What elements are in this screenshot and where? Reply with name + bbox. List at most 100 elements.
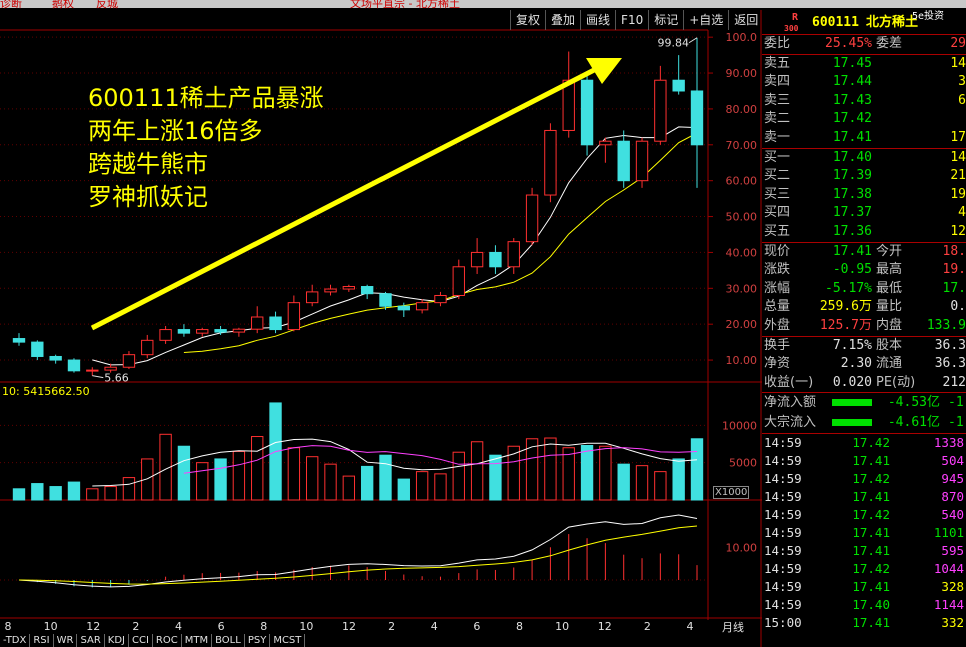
volume-bar: [379, 454, 392, 501]
book-price: 17.43: [832, 92, 872, 108]
stat-value: 36.3: [934, 356, 966, 372]
candle-body: [104, 366, 117, 371]
draw-line-button[interactable]: 画线: [580, 10, 615, 30]
flow-extra: -1(: [948, 415, 966, 431]
quote-row: 涨幅 -5.17% 最低 17.: [762, 280, 966, 299]
price-tick-label: 70.00: [726, 139, 758, 152]
ask-row[interactable]: 卖一 17.41 17: [762, 129, 966, 148]
volume-bar: [415, 471, 429, 501]
quote-value: 133.9: [926, 317, 966, 333]
volume-multiplier: X1000: [713, 486, 750, 499]
flow-value: -4.53亿: [887, 395, 940, 411]
tab-roc[interactable]: ROC: [153, 634, 182, 647]
volume-bar: [580, 444, 594, 501]
mark-button[interactable]: 标记: [648, 10, 683, 30]
menu-item[interactable]: 鹅权: [52, 0, 74, 11]
tab-sar[interactable]: SAR: [77, 634, 105, 647]
quote-value: 0.: [950, 299, 966, 315]
tab-tdx[interactable]: -TDX: [0, 634, 31, 647]
menu-item[interactable]: 诊断: [0, 0, 22, 11]
overlay-button[interactable]: 叠加: [545, 10, 580, 30]
tick-price: 17.40: [852, 597, 890, 613]
fuquan-button[interactable]: 复权: [510, 10, 545, 30]
bid-row[interactable]: 买二 17.39 21: [762, 167, 966, 186]
volume-bar: [67, 481, 81, 501]
period-label[interactable]: 月线: [722, 619, 744, 635]
volume-tick-label: 5000: [729, 457, 757, 470]
candle-body: [507, 241, 520, 268]
add-watchlist-button[interactable]: +自选: [683, 10, 728, 30]
volume-bar: [86, 488, 99, 501]
back-button[interactable]: 返回: [728, 10, 763, 30]
menu-item[interactable]: 反城: [96, 0, 118, 11]
volume-label: 10: 5415662.50: [2, 385, 90, 398]
candle-body: [214, 329, 227, 333]
ask-row[interactable]: 卖二 17.42: [762, 110, 966, 129]
book-price: 17.42: [832, 111, 872, 127]
bid-row[interactable]: 买三 17.38 19: [762, 186, 966, 205]
tab-kdj[interactable]: KDJ: [105, 634, 129, 647]
tick-time: 14:59: [764, 471, 802, 487]
book-price: 17.39: [832, 168, 872, 184]
volume-bar: [544, 437, 557, 501]
ask-row[interactable]: 卖五 17.45 14: [762, 55, 966, 74]
quote-stats: 现价 17.41 今开 18. 涨跌 -0.95 最高 19. 涨幅 -5.17% 最低 17. 总量 2…: [762, 241, 966, 336]
bid-row[interactable]: 买四 17.37 4: [762, 204, 966, 223]
bid-row[interactable]: 买一 17.40 14: [762, 149, 966, 168]
tick-list[interactable]: 14:59 17.42 1338 14:59 17.41 504 14:59 17.42 945…: [762, 433, 966, 632]
tab-psy[interactable]: PSY: [245, 634, 271, 647]
time-axis-label: 12: [598, 620, 612, 633]
candle-body: [86, 369, 99, 372]
book-volume: 12: [950, 223, 966, 239]
bid-row[interactable]: 买五 17.36 12: [762, 223, 966, 242]
volume-bar: [49, 486, 62, 501]
tick-price: 17.41: [852, 543, 890, 559]
tick-volume: 332: [941, 615, 964, 631]
tab-rsi[interactable]: RSI: [30, 634, 54, 647]
time-axis-label: 6: [218, 620, 225, 633]
candle-body: [31, 341, 44, 357]
tick-price: 17.41: [852, 489, 890, 505]
tab-cci[interactable]: CCI: [129, 634, 153, 647]
tab-mcst[interactable]: MCST: [270, 634, 306, 647]
stat-label: PE(动): [876, 374, 916, 390]
time-axis-label: 8: [5, 620, 12, 633]
time-axis-label: 2: [132, 620, 139, 633]
tab-boll[interactable]: BOLL: [212, 634, 245, 647]
price-tick-label: 10.00: [726, 354, 758, 367]
headline-line: 两年上涨16倍多: [88, 117, 263, 145]
tick-price: 17.41: [852, 525, 890, 541]
ask-row[interactable]: 卖三 17.43 6: [762, 92, 966, 111]
tab-mtm[interactable]: MTM: [182, 634, 213, 647]
fundamental-stats: 换手 7.15% 股本 36.3 净资 2.30 流通 36.3 收益(一) 0.020 PE(动)…: [762, 335, 966, 393]
volume-bar: [654, 471, 667, 501]
stat-value: 2.30: [840, 356, 872, 372]
flow-value: -4.61亿: [887, 415, 940, 431]
weicha-label: 委差: [876, 36, 903, 51]
quote-label: 最高: [876, 262, 903, 278]
ask-book: 卖五 17.45 14 卖四 17.44 3 卖三 17.43 6 卖二 17.42 卖一 17.41 1…: [762, 53, 966, 148]
volume-bar: [214, 458, 227, 501]
volume-bar: [251, 436, 264, 501]
quote-label: 量比: [876, 299, 903, 315]
candle-body: [599, 140, 612, 146]
candle-body: [67, 359, 81, 372]
volume-bar: [690, 438, 704, 501]
f10-button[interactable]: F10: [615, 10, 648, 30]
logo: 5e投资: [912, 11, 945, 22]
tab-wr[interactable]: WR: [54, 634, 78, 647]
candle-body: [452, 266, 465, 296]
flow-row: 大宗流入 -4.61亿 -1(: [762, 413, 966, 433]
tick-volume: 504: [941, 453, 964, 469]
top-menu-strip: 诊断 鹅权 反城 文场平直宗 - 北方稀土: [0, 0, 966, 11]
volume-bar: [141, 458, 154, 501]
time-axis-label: 12: [342, 620, 356, 633]
tick-volume: 1338: [933, 435, 964, 451]
dif-line: [18, 514, 698, 588]
candle-body: [617, 140, 630, 182]
tick-volume: 870: [941, 489, 964, 505]
candle-body: [654, 79, 667, 142]
time-axis-label: 10: [299, 620, 313, 633]
ask-row[interactable]: 卖四 17.44 3: [762, 73, 966, 92]
dea-line: [18, 525, 698, 585]
